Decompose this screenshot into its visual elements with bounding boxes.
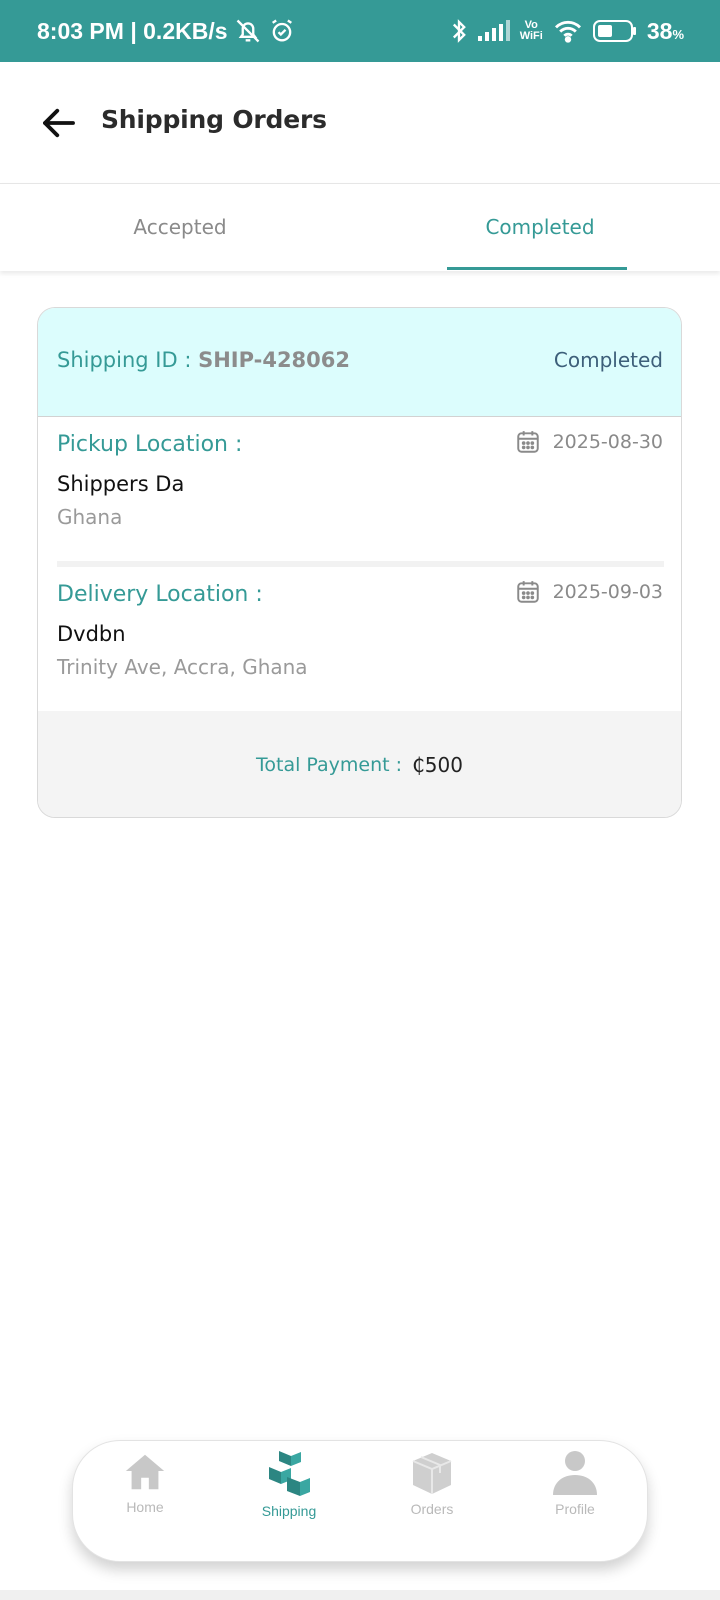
system-nav-strip (0, 1590, 720, 1600)
nav-shipping-label: Shipping (261, 1503, 317, 1519)
back-button[interactable] (38, 102, 80, 144)
nav-home[interactable]: Home (95, 1449, 195, 1549)
battery-value: 38 (646, 17, 673, 44)
shipping-id: Shipping ID : SHIP-428062 (57, 348, 350, 372)
delivery-date: 2025-09-03 (515, 579, 663, 605)
nav-profile-label: Profile (555, 1501, 595, 1517)
battery-percent: 38% (647, 18, 684, 45)
bell-muted-icon (236, 19, 259, 43)
package-icon (412, 1453, 452, 1494)
calendar-icon (516, 581, 539, 603)
calendar-icon (516, 431, 539, 453)
tab-bar: Accepted Completed (0, 183, 720, 271)
order-card-header: Shipping ID : SHIP-428062 Completed (38, 308, 681, 417)
delivery-name: Dvdbn (57, 622, 126, 646)
person-icon (553, 1451, 597, 1495)
location-divider (57, 561, 664, 567)
app-header: Shipping Orders (0, 62, 720, 184)
status-badge: Completed (553, 348, 663, 372)
payment-label: Total Payment : (256, 754, 403, 776)
pickup-name: Shippers Da (57, 472, 185, 496)
status-time-speed: 8:03 PM | 0.2KB/s (37, 17, 228, 44)
delivery-address: Trinity Ave, Accra, Ghana (57, 655, 308, 679)
nav-orders-label: Orders (410, 1501, 454, 1517)
order-card[interactable]: Shipping ID : SHIP-428062 Completed Pick… (37, 307, 682, 818)
status-bar: 8:03 PM | 0.2KB/s Vo WiFi 38% (0, 0, 720, 62)
alarm-icon (271, 19, 292, 42)
arrow-left-icon (43, 108, 75, 138)
active-tab-indicator (447, 267, 627, 270)
pickup-date: 2025-08-30 (515, 429, 663, 455)
wifi-icon (554, 20, 581, 43)
tab-completed[interactable]: Completed (360, 183, 720, 271)
shipping-id-value: SHIP-428062 (198, 348, 350, 372)
nav-shipping[interactable]: Shipping (239, 1449, 339, 1549)
bottom-nav: Home Shipping Orders Profile (72, 1440, 648, 1562)
shipping-id-label: Shipping ID : (57, 348, 199, 372)
home-icon (125, 1454, 165, 1490)
vowifi-bottom: WiFi (519, 30, 543, 42)
tab-accepted[interactable]: Accepted (0, 183, 360, 271)
delivery-label: Delivery Location : (57, 582, 263, 607)
vowifi-indicator: Vo WiFi (520, 20, 543, 42)
status-right: Vo WiFi 38% (450, 0, 684, 62)
page-title: Shipping Orders (101, 105, 327, 134)
pickup-address: Ghana (57, 505, 123, 529)
boxes-icon (269, 1451, 310, 1496)
status-left: 8:03 PM | 0.2KB/s (37, 0, 296, 62)
delivery-date-value: 2025-09-03 (552, 581, 663, 603)
battery-icon (592, 20, 636, 42)
nav-home-label: Home (126, 1499, 164, 1515)
payment-footer: Total Payment : ₵500 (38, 711, 681, 817)
pickup-date-value: 2025-08-30 (552, 431, 663, 453)
signal-icon (477, 20, 510, 41)
bluetooth-icon (452, 19, 466, 43)
battery-unit: % (672, 26, 684, 42)
nav-orders[interactable]: Orders (382, 1449, 482, 1549)
nav-profile[interactable]: Profile (525, 1449, 625, 1549)
pickup-label: Pickup Location : (57, 432, 243, 457)
payment-value: ₵500 (412, 753, 463, 777)
